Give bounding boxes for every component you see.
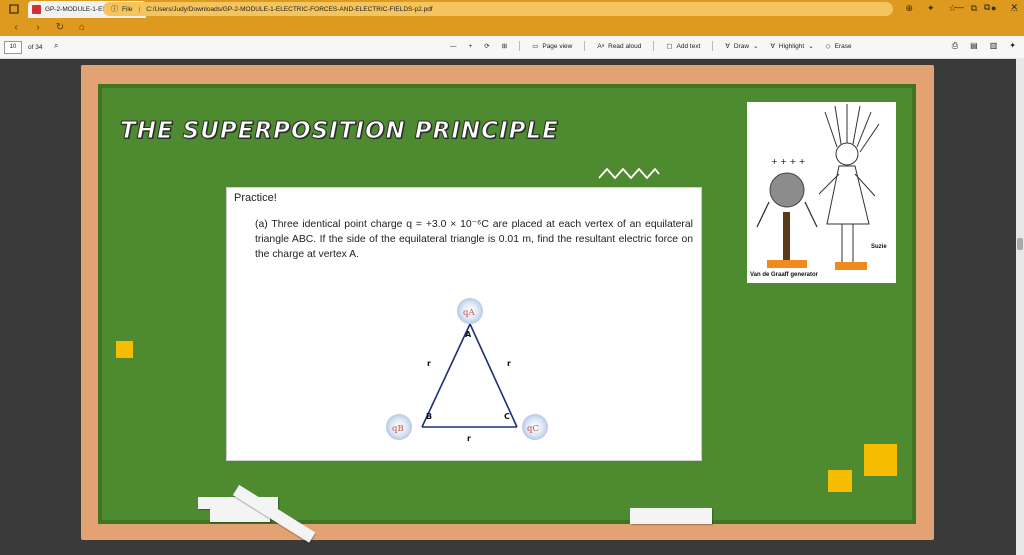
info-icon[interactable]: ⓘ — [111, 4, 118, 14]
chevron-down-icon[interactable]: ⌄ — [753, 42, 758, 50]
erase-button[interactable]: ◇ Erase — [825, 42, 852, 51]
forward-icon[interactable]: › — [32, 22, 44, 33]
slide-title: THE SUPERPOSITION PRINCIPLE — [120, 118, 559, 145]
van-de-graaff-illustration: + + + + Van de Graaff generator Suzie — [747, 102, 896, 283]
suzie-legs — [841, 224, 854, 262]
address-separator: | — [138, 5, 141, 13]
vertex-a-label: A — [465, 330, 472, 339]
add-text-icon: ▢ — [666, 43, 673, 50]
vdg-label: Van de Graaff generator — [750, 272, 819, 278]
vertical-scrollbar[interactable] — [1016, 58, 1024, 555]
suzie-dress — [826, 165, 870, 225]
draw-icon: ∀ — [725, 43, 730, 50]
pdf-icon — [32, 5, 41, 14]
yellow-square — [116, 341, 133, 358]
side-bc-label: r — [467, 434, 471, 441]
address-actions: ⊕ ✦ ☆ ⧉ ● ... — [905, 3, 1018, 14]
vertex-b-label: B — [426, 412, 432, 421]
collections-icon[interactable]: ⧉ — [971, 3, 977, 14]
zoom-out-button[interactable]: — — [450, 43, 457, 50]
suzie-label: Suzie — [871, 244, 887, 250]
highlight-icon: ∀ — [770, 43, 775, 50]
save-as-icon[interactable]: ▥ — [990, 41, 998, 51]
highlight-label: Highlight — [778, 42, 805, 50]
add-text-button[interactable]: ▢ Add text — [666, 42, 701, 51]
chevron-down-icon[interactable]: ⌄ — [808, 42, 813, 50]
suzie-head — [835, 142, 859, 166]
profile-icon[interactable]: ● — [991, 3, 996, 14]
page-count: of 34 — [28, 44, 43, 51]
practice-heading: Practice! — [234, 192, 277, 204]
eraser-icon: ◇ — [825, 43, 831, 50]
generator-leg-left — [756, 201, 770, 228]
generator-sphere — [769, 172, 805, 208]
triangle-diagram: qA qB qC A B C r r r — [386, 298, 548, 441]
charge-signs: + + + + — [771, 157, 805, 166]
page-view-button[interactable]: ▭ Page view — [532, 42, 573, 51]
save-icon[interactable]: ▤ — [970, 41, 978, 51]
suzie-platform — [835, 262, 867, 270]
back-icon[interactable]: ‹ — [10, 22, 22, 33]
scrollbar-thumb[interactable] — [1017, 238, 1023, 250]
draw-button[interactable]: ∀ Draw ⌄ — [725, 42, 758, 51]
generator-column — [783, 212, 790, 260]
zoom-in-button[interactable]: + — [469, 43, 473, 50]
read-aloud-label: Read aloud — [608, 42, 642, 50]
pdf-tools-right: ⎙ ▤ ▥ ✦ — [952, 41, 1016, 51]
add-text-label: Add text — [676, 42, 701, 50]
toolbar-divider — [653, 41, 655, 51]
chalk-piece — [630, 508, 712, 524]
squiggle-decoration — [598, 167, 660, 180]
yellow-square — [864, 444, 897, 476]
toolbar-divider — [712, 41, 714, 51]
charge-c-label: qC — [527, 424, 539, 434]
vertex-c-label: C — [504, 412, 510, 421]
highlight-button[interactable]: ∀ Highlight ⌄ — [770, 42, 813, 51]
fit-page-icon[interactable]: ⊞ — [502, 42, 507, 50]
page-number-input[interactable]: 10 — [4, 41, 22, 54]
generator-leg-right — [804, 201, 818, 228]
refresh-icon[interactable]: ↻ — [54, 22, 66, 33]
address-input[interactable]: ⓘ File | C:/Users/Judy/Downloads/GP-2-MO… — [103, 2, 893, 16]
search-icon[interactable]: ⌕ — [54, 41, 58, 51]
url-text: C:/Users/Judy/Downloads/GP-2-MODULE-1-EL… — [146, 5, 433, 13]
generator-base — [767, 260, 807, 268]
more-icon[interactable]: ... — [1010, 3, 1018, 14]
print-icon[interactable]: ⎙ — [952, 41, 958, 51]
zoom-icon[interactable]: ⊕ — [905, 3, 913, 14]
page-view-label: Page view — [542, 42, 573, 50]
read-mode-icon[interactable]: ✦ — [927, 3, 935, 14]
triangle-lines — [421, 323, 518, 428]
erase-label: Erase — [834, 42, 852, 50]
pin-icon[interactable]: ✦ — [1009, 41, 1016, 51]
toolbar-divider — [584, 41, 586, 51]
charge-a-label: qA — [463, 308, 475, 318]
read-aloud-button[interactable]: Aᵃ Read aloud — [597, 43, 641, 50]
app-icon[interactable] — [7, 2, 21, 16]
yellow-square — [828, 470, 852, 492]
page-view-icon: ▭ — [532, 43, 539, 50]
toolbar-divider — [519, 41, 521, 51]
rotate-icon[interactable]: ⟳ — [484, 42, 489, 50]
practice-card: Practice! (a) Three identical point char… — [226, 187, 702, 461]
side-ac-label: r — [507, 359, 511, 368]
problem-text: (a) Three identical point charge q = +3.… — [255, 219, 693, 260]
draw-label: Draw — [733, 42, 750, 50]
pdf-tools: — + ⟳ ⊞ ▭ Page view Aᵃ Read aloud ▢ Add … — [450, 41, 852, 51]
home-icon[interactable]: ⌂ — [76, 22, 88, 33]
charge-b-label: qB — [392, 424, 404, 434]
pdf-toolbar: 10 of 34 ⌕ — + ⟳ ⊞ ▭ Page view Aᵃ Read a… — [0, 36, 1024, 59]
read-aloud-icon: Aᵃ — [597, 42, 605, 50]
scheme-label: File — [122, 5, 133, 13]
side-ab-label: r — [427, 359, 431, 368]
favorite-icon[interactable]: ☆ — [949, 3, 957, 14]
address-bar-row: ‹ › ↻ ⌂ — [0, 18, 1024, 36]
